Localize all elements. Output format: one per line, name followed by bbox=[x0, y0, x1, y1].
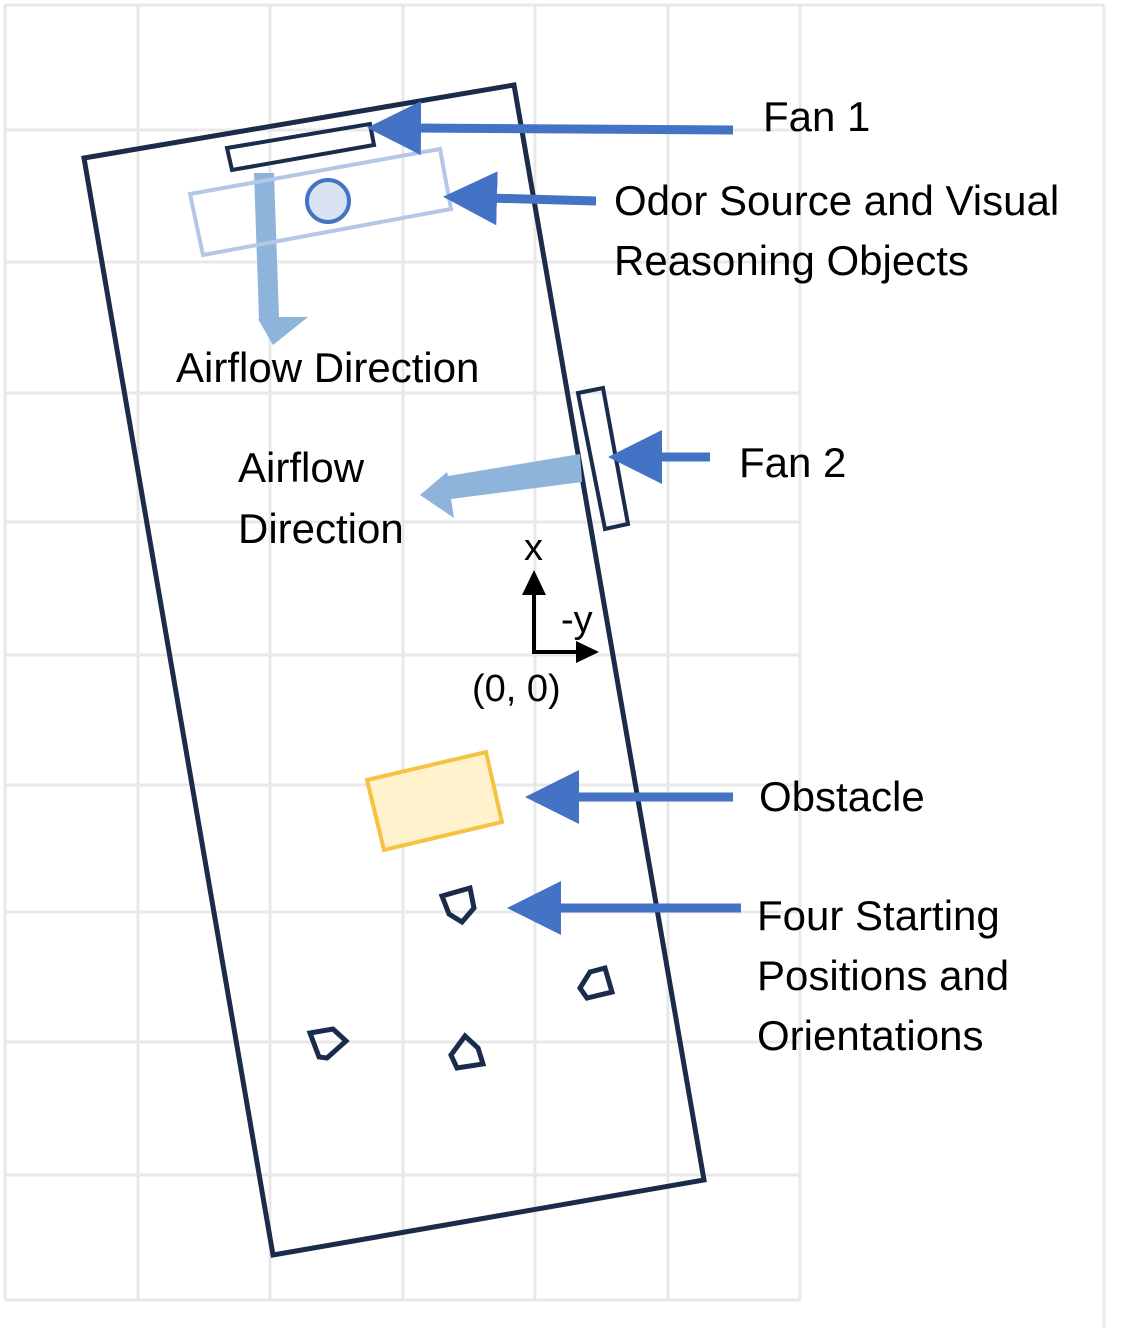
start-pose-2 bbox=[577, 964, 616, 1001]
diagram-canvas: Fan 1 Odor Source and Visual Reasoning O… bbox=[0, 0, 1132, 1328]
pointer-arrow-fan1 bbox=[367, 101, 734, 156]
odor-label-line1: Odor Source and Visual bbox=[614, 177, 1059, 224]
odor-source bbox=[305, 178, 351, 224]
fan1-label: Fan 1 bbox=[763, 93, 870, 140]
start-label-line2: Positions and bbox=[757, 952, 1009, 999]
origin-label: (0, 0) bbox=[472, 668, 561, 710]
obstacle bbox=[364, 749, 505, 853]
airflow-label-mid-line2: Direction bbox=[238, 505, 404, 552]
airflow-arrow-fan1 bbox=[254, 173, 308, 345]
axis-y-label: -y bbox=[561, 599, 593, 641]
airflow-label-mid-line1: Airflow bbox=[238, 444, 365, 491]
start-pose-1 bbox=[438, 884, 477, 926]
arena-diagram: Fan 1 Odor Source and Visual Reasoning O… bbox=[3, 3, 1106, 1328]
odor-label-line2: Reasoning Objects bbox=[614, 237, 969, 284]
airflow-arrow-fan2 bbox=[420, 454, 582, 518]
fan2-label: Fan 2 bbox=[739, 439, 846, 486]
airflow-label-top: Airflow Direction bbox=[176, 344, 479, 391]
obstacle-label: Obstacle bbox=[759, 773, 925, 820]
axis-x-label: x bbox=[524, 527, 543, 569]
start-label-line1: Four Starting bbox=[757, 892, 1000, 939]
start-label-line3: Orientations bbox=[757, 1012, 983, 1059]
pointer-arrow-odor bbox=[443, 171, 597, 226]
